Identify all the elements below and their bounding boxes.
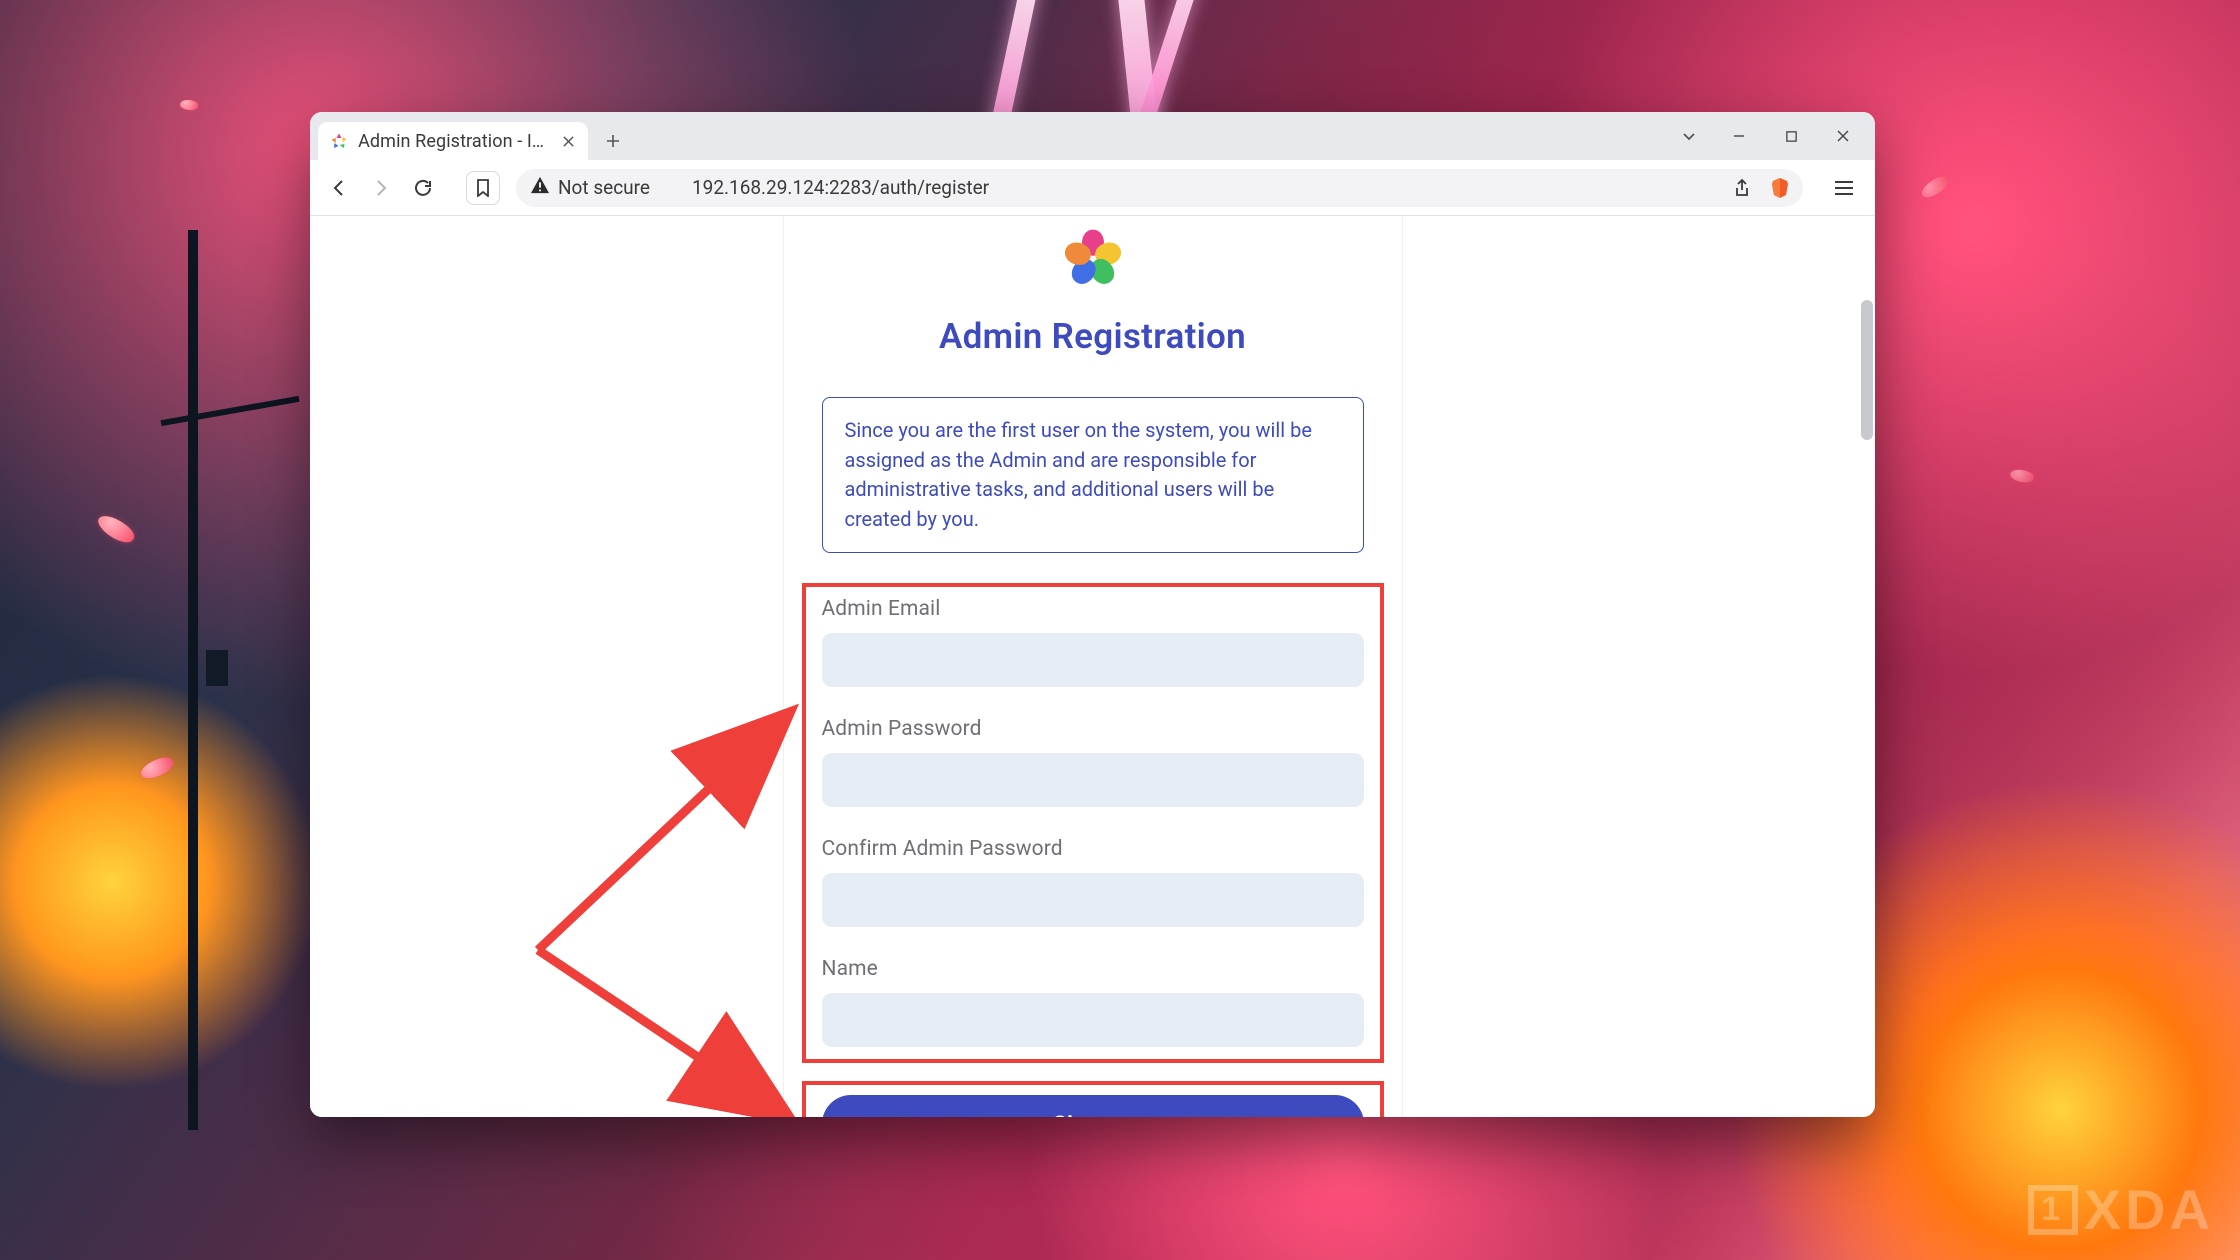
- name-field[interactable]: [822, 993, 1364, 1047]
- brave-shields-icon[interactable]: [1765, 173, 1795, 203]
- confirm-password-field[interactable]: [822, 873, 1364, 927]
- window-close-button[interactable]: [1817, 112, 1869, 160]
- nav-reload-button[interactable]: [408, 173, 438, 203]
- url-text: 192.168.29.124:2283/auth/register: [692, 176, 989, 199]
- tab-title: Admin Registration - Immich: [358, 131, 548, 152]
- email-label: Admin Email: [822, 597, 1364, 621]
- tabs-dropdown-icon[interactable]: [1669, 112, 1709, 160]
- nav-back-button[interactable]: [324, 173, 354, 203]
- window-maximize-button[interactable]: [1765, 112, 1817, 160]
- immich-logo-icon: [1047, 220, 1139, 298]
- registration-card: Admin Registration Since you are the fir…: [783, 216, 1403, 1117]
- signup-section: Sign up: [802, 1081, 1384, 1117]
- password-field[interactable]: [822, 753, 1364, 807]
- window-minimize-button[interactable]: [1713, 112, 1765, 160]
- immich-favicon-icon: [330, 131, 348, 151]
- url-field[interactable]: Not secure 192.168.29.124:2283/auth/regi…: [516, 169, 1803, 207]
- page-viewport: Admin Registration Since you are the fir…: [310, 216, 1875, 1117]
- xda-watermark: 1 XDA: [2028, 1177, 2214, 1242]
- nav-forward-button[interactable]: [366, 173, 396, 203]
- not-secure-icon: [530, 176, 550, 199]
- page-title: Admin Registration: [939, 316, 1246, 357]
- share-icon[interactable]: [1727, 173, 1757, 203]
- email-field[interactable]: [822, 633, 1364, 687]
- new-tab-button[interactable]: [598, 126, 628, 156]
- confirm-password-label: Confirm Admin Password: [822, 837, 1364, 861]
- browser-window: Admin Registration - Immich: [310, 112, 1875, 1117]
- registration-form: Admin Email Admin Password Confirm Admin…: [802, 583, 1384, 1063]
- address-bar: Not secure 192.168.29.124:2283/auth/regi…: [310, 160, 1875, 216]
- password-label: Admin Password: [822, 717, 1364, 741]
- info-message: Since you are the first user on the syst…: [822, 397, 1364, 553]
- name-label: Name: [822, 957, 1364, 981]
- tab-strip: Admin Registration - Immich: [310, 112, 1875, 160]
- security-label: Not secure: [558, 176, 650, 199]
- signup-button[interactable]: Sign up: [822, 1095, 1364, 1117]
- bookmark-button[interactable]: [466, 171, 500, 205]
- browser-tab[interactable]: Admin Registration - Immich: [318, 122, 588, 160]
- signup-button-label: Sign up: [1053, 1111, 1133, 1117]
- tab-close-icon[interactable]: [558, 130, 578, 152]
- browser-menu-button[interactable]: [1827, 171, 1861, 205]
